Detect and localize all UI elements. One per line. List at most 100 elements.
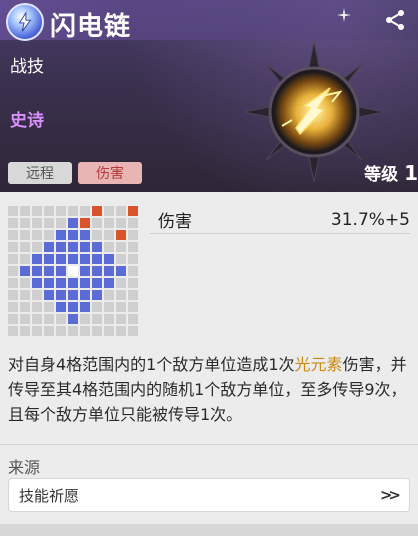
grid-cell <box>116 290 126 300</box>
share-icon[interactable] <box>384 9 406 31</box>
grid-cell <box>104 314 114 324</box>
source-button[interactable]: 技能祈愿 >> <box>8 478 410 512</box>
grid-cell <box>8 218 18 228</box>
grid-cell-range <box>32 254 42 264</box>
stat-row-damage: 伤害 31.7%+5 <box>150 206 410 234</box>
skill-detail-panel: 伤害 31.7%+5 对自身4格范围内的1个敌方单位造成1次光元素伤害，并传导至… <box>0 192 418 536</box>
grid-cell-range <box>104 278 114 288</box>
grid-cell <box>128 254 138 264</box>
grid-cell <box>128 230 138 240</box>
grid-cell <box>104 302 114 312</box>
grid-cell <box>92 326 102 336</box>
grid-cell <box>44 314 54 324</box>
grid-cell-range <box>68 218 78 228</box>
grid-cell <box>68 326 78 336</box>
grid-cell-range <box>92 254 102 264</box>
tag-ranged: 远程 <box>8 162 72 184</box>
grid-cell <box>92 218 102 228</box>
stat-value: 31.7%+5 <box>330 209 410 230</box>
grid-cell-range <box>104 266 114 276</box>
grid-cell <box>116 302 126 312</box>
skill-category: 战技 <box>10 57 44 77</box>
grid-cell-range <box>44 290 54 300</box>
grid-cell-range <box>80 290 90 300</box>
grid-cell <box>20 242 30 252</box>
grid-cell <box>116 278 126 288</box>
grid-cell <box>128 302 138 312</box>
grid-cell-range <box>80 242 90 252</box>
grid-cell-range <box>80 254 90 264</box>
grid-cell <box>44 326 54 336</box>
grid-cell <box>128 314 138 324</box>
grid-cell <box>56 314 66 324</box>
grid-cell <box>128 326 138 336</box>
desc-text-before: 对自身4格范围内的1个敌方单位造成1次 <box>8 355 295 374</box>
grid-cell <box>116 314 126 324</box>
grid-cell-range <box>56 266 66 276</box>
grid-cell-range <box>56 302 66 312</box>
grid-cell <box>116 254 126 264</box>
source-label: 来源 <box>8 458 41 477</box>
grid-cell <box>104 326 114 336</box>
grid-cell <box>56 218 66 228</box>
grid-cell <box>128 266 138 276</box>
grid-cell <box>32 230 42 240</box>
grid-cell <box>44 206 54 216</box>
grid-cell-range <box>44 254 54 264</box>
grid-cell-enemy <box>116 230 126 240</box>
grid-cell <box>20 230 30 240</box>
tag-damage: 伤害 <box>78 162 142 184</box>
grid-cell-enemy <box>92 206 102 216</box>
stat-name: 伤害 <box>158 212 192 232</box>
grid-cell-range <box>44 242 54 252</box>
grid-cell <box>44 230 54 240</box>
double-chevron-right-icon: >> <box>379 486 401 504</box>
grid-cell <box>20 302 30 312</box>
grid-cell <box>32 314 42 324</box>
grid-cell <box>80 314 90 324</box>
grid-cell-range <box>68 278 78 288</box>
grid-cell <box>128 242 138 252</box>
grid-cell <box>20 326 30 336</box>
grid-cell-range <box>116 266 126 276</box>
grid-cell <box>128 218 138 228</box>
grid-cell <box>104 290 114 300</box>
grid-cell <box>8 254 18 264</box>
grid-cell <box>56 326 66 336</box>
grid-cell <box>68 206 78 216</box>
grid-cell-range <box>32 278 42 288</box>
grid-cell <box>56 206 66 216</box>
grid-cell <box>104 206 114 216</box>
grid-cell <box>80 326 90 336</box>
grid-cell <box>8 326 18 336</box>
grid-cell <box>92 230 102 240</box>
grid-cell <box>116 242 126 252</box>
grid-cell <box>8 230 18 240</box>
grid-cell-range <box>104 254 114 264</box>
grid-cell <box>92 314 102 324</box>
grid-cell <box>128 290 138 300</box>
grid-cell <box>32 206 42 216</box>
grid-cell <box>92 302 102 312</box>
grid-cell <box>8 242 18 252</box>
grid-cell-range <box>92 278 102 288</box>
grid-cell-range <box>68 314 78 324</box>
grid-cell-range <box>92 266 102 276</box>
grid-cell <box>116 218 126 228</box>
grid-cell <box>80 206 90 216</box>
grid-cell <box>104 230 114 240</box>
grid-cell-range <box>20 266 30 276</box>
sparkle-icon <box>337 8 351 22</box>
grid-cell-range <box>92 290 102 300</box>
grid-cell-range <box>44 278 54 288</box>
grid-cell <box>104 218 114 228</box>
source-button-label: 技能祈愿 <box>19 486 80 505</box>
grid-cell-range <box>56 230 66 240</box>
skill-rarity: 史诗 <box>10 111 44 131</box>
grid-cell <box>8 314 18 324</box>
grid-cell <box>44 218 54 228</box>
grid-cell-enemy <box>128 206 138 216</box>
grid-cell-range <box>56 254 66 264</box>
grid-cell-range <box>92 242 102 252</box>
grid-cell-range <box>68 242 78 252</box>
